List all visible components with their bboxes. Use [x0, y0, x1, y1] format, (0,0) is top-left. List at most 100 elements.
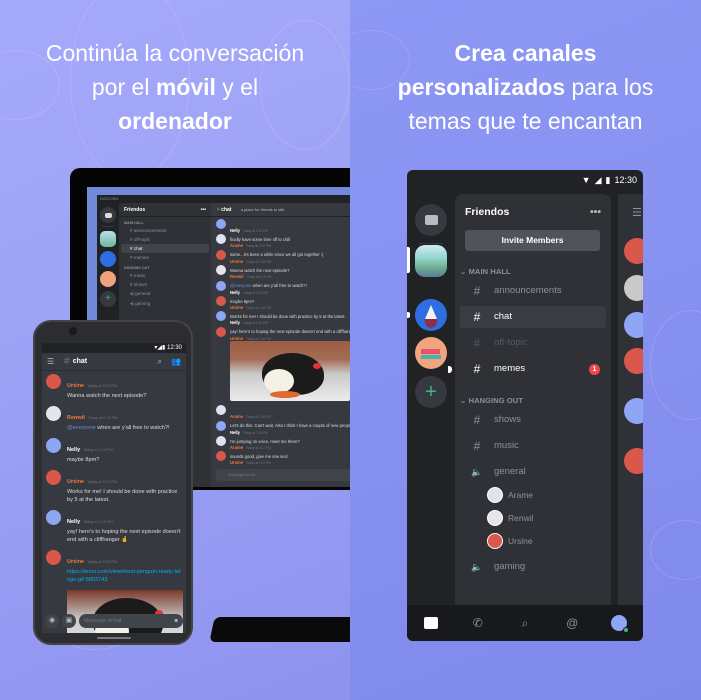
channel-item[interactable]: # off-topic: [121, 235, 209, 244]
channel-item[interactable]: # off-topic: [460, 332, 606, 354]
nav-profile-button[interactable]: [609, 613, 630, 633]
channel-name: general: [135, 291, 151, 296]
channel-item[interactable]: # announcements: [121, 226, 209, 235]
hamburger-menu-icon[interactable]: ☰: [632, 206, 642, 219]
channel-item[interactable]: 🔈 gaming: [460, 556, 606, 578]
members-icon[interactable]: 👥: [171, 357, 181, 366]
search-icon[interactable]: ⌕: [158, 357, 162, 367]
channel-item[interactable]: # chat: [460, 306, 606, 328]
channel-item[interactable]: ◂) gaming: [121, 299, 209, 309]
home-button[interactable]: [100, 207, 116, 223]
user-avatar[interactable]: [216, 219, 226, 229]
desktop-message-input[interactable]: Message #chat: [216, 469, 350, 481]
member-avatar[interactable]: [624, 398, 643, 424]
channel-item[interactable]: # shows: [460, 409, 606, 431]
user-avatar[interactable]: [216, 249, 226, 260]
user-avatar[interactable]: [216, 265, 226, 276]
author-name[interactable]: Renwil: [67, 415, 85, 421]
channel-item[interactable]: # chat: [121, 244, 209, 253]
user-avatar[interactable]: [216, 420, 226, 431]
user-avatar[interactable]: [216, 451, 226, 462]
author-name[interactable]: Renwil: [230, 274, 244, 279]
channel-category[interactable]: HANGING OUT: [119, 262, 211, 271]
phone-message-input[interactable]: Message #chat ☻: [79, 614, 183, 628]
author-name[interactable]: Ursine: [230, 259, 243, 264]
user-avatar[interactable]: [216, 295, 226, 306]
add-server-button[interactable]: +: [100, 291, 116, 307]
add-server-button[interactable]: +: [415, 376, 447, 408]
author-name[interactable]: Ursine: [230, 336, 243, 341]
user-avatar[interactable]: [46, 550, 61, 565]
user-avatar[interactable]: [46, 406, 61, 421]
server-icon-books[interactable]: [415, 337, 447, 369]
user-avatar[interactable]: [216, 435, 226, 446]
user-avatar[interactable]: [216, 311, 226, 322]
channel-item[interactable]: # memes 1: [448, 358, 606, 380]
user-avatar[interactable]: [46, 374, 61, 389]
member-avatar[interactable]: [624, 348, 643, 374]
link[interactable]: https://tenor.com/view/moot-penguin-read…: [67, 569, 180, 583]
channel-item[interactable]: # memes: [121, 253, 209, 262]
camera-icon[interactable]: ◉: [45, 614, 59, 628]
more-options-icon[interactable]: •••: [201, 207, 206, 213]
user-avatar[interactable]: [46, 470, 61, 485]
member-avatar[interactable]: [624, 312, 643, 338]
server-icon-landscape[interactable]: [415, 245, 447, 277]
mention[interactable]: @everyone: [67, 425, 96, 431]
penguin-gif-embed[interactable]: [230, 341, 350, 402]
channel-item[interactable]: # music: [121, 271, 209, 280]
author-name[interactable]: Ursine: [67, 559, 84, 565]
user-avatar[interactable]: [46, 510, 61, 525]
user-avatar[interactable]: [216, 280, 226, 291]
user-avatar[interactable]: [216, 234, 226, 245]
channel-item[interactable]: 🔈 general: [460, 461, 606, 483]
nav-home-button[interactable]: [421, 613, 441, 633]
desktop-server-header[interactable]: Friendos •••: [119, 203, 211, 217]
server-icon-sailboat[interactable]: [100, 251, 116, 267]
channel-item[interactable]: # music: [460, 435, 606, 457]
author-name[interactable]: Ursine: [230, 305, 243, 310]
author-name[interactable]: Nelly: [230, 228, 240, 233]
author-name[interactable]: Ursine: [67, 383, 84, 389]
channel-category[interactable]: ⌄ MAIN HALL: [455, 251, 611, 276]
author-name[interactable]: Nelly: [67, 447, 80, 453]
server-icon-sailboat[interactable]: [415, 299, 447, 331]
author-name[interactable]: Nelly: [230, 290, 240, 295]
author-name[interactable]: Arame: [230, 445, 243, 450]
channel-item[interactable]: ◂) general: [121, 289, 209, 299]
channel-category[interactable]: ⌄ HANGING OUT: [455, 380, 611, 405]
user-avatar[interactable]: [46, 438, 61, 453]
member-avatar[interactable]: [624, 448, 643, 474]
more-options-icon[interactable]: •••: [590, 206, 601, 218]
member-avatar[interactable]: [624, 275, 643, 301]
nav-friends-button[interactable]: ✆: [468, 613, 488, 633]
voice-user[interactable]: Arame: [455, 484, 611, 506]
voice-user[interactable]: Ursine: [455, 530, 611, 552]
tablet-server-header[interactable]: Friendos •••: [455, 194, 611, 218]
text: when are y'all free to watch?!: [95, 425, 170, 431]
nav-mentions-button[interactable]: @: [562, 613, 582, 633]
author-name[interactable]: Ursine: [230, 460, 243, 465]
invite-members-button[interactable]: Invite Members: [465, 230, 600, 251]
server-icon-books[interactable]: [100, 271, 116, 287]
author-name[interactable]: Ursine: [67, 479, 84, 485]
server-icon-landscape[interactable]: [100, 231, 116, 247]
hamburger-menu-icon[interactable]: ☰: [47, 357, 54, 366]
author-name[interactable]: Arame: [230, 414, 243, 419]
author-name[interactable]: Nelly: [230, 320, 240, 325]
member-avatar[interactable]: [624, 238, 643, 264]
direct-messages-button[interactable]: [415, 204, 447, 236]
user-avatar[interactable]: [216, 326, 226, 337]
channel-category[interactable]: MAIN HALL: [119, 217, 211, 226]
author-name[interactable]: Arame: [230, 243, 243, 248]
channel-item[interactable]: # shows: [121, 280, 209, 289]
message: Arame Today at 2:12 PM same...it's been a …: [211, 232, 350, 257]
author-name[interactable]: Nelly: [67, 519, 80, 525]
author-name[interactable]: Nelly: [230, 430, 240, 435]
gallery-icon[interactable]: ▣: [62, 614, 76, 628]
emoji-icon[interactable]: ☻: [173, 614, 179, 628]
channel-item[interactable]: # announcements: [460, 280, 606, 302]
user-avatar[interactable]: [216, 405, 226, 416]
voice-user[interactable]: Renwil: [455, 507, 611, 529]
nav-search-button[interactable]: ⌕: [515, 613, 535, 633]
